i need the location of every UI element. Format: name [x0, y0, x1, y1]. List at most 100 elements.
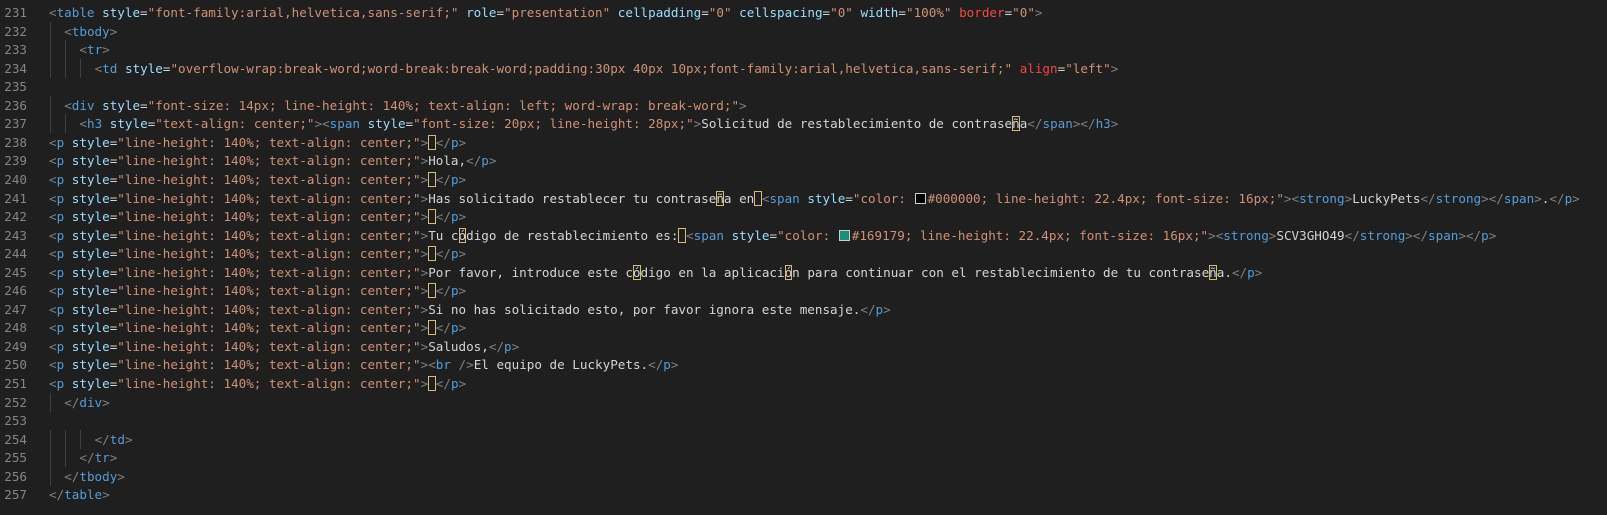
code-token: style	[71, 283, 110, 299]
code-token: <	[686, 227, 694, 243]
code-token: </	[64, 468, 80, 484]
code-token: tbody	[71, 23, 110, 39]
code-token: ></	[1481, 190, 1504, 206]
code-line[interactable]: 231 <table style="font-family:arial,helve…	[0, 3, 1607, 22]
code-token: <	[64, 23, 72, 39]
code-token: <	[49, 209, 57, 225]
code-line[interactable]: 244 <p style="line-height: 140%; text-ali…	[0, 244, 1607, 263]
indent-guide	[50, 95, 51, 115]
code-token: </	[435, 134, 451, 150]
code-line[interactable]: 255 </tr>	[0, 448, 1607, 468]
unicode-highlight: ñ	[1209, 264, 1217, 280]
code-token: width	[860, 5, 899, 20]
code-token: style	[71, 264, 110, 280]
code-token: Has solicitado restablecer tu contrase	[428, 190, 717, 206]
code-token: tr	[94, 450, 110, 466]
code-token: Por favor, introduce este c	[428, 264, 633, 280]
unicode-highlight: ó	[632, 264, 641, 280]
code-token: style	[124, 60, 163, 76]
code-line[interactable]: 242 <p style="line-height: 140%; text-ali…	[0, 207, 1607, 226]
code-editor[interactable]: 231 <table style="font-family:arial,helve…	[0, 0, 1607, 515]
code-line[interactable]: 237 <h3 style="text-align: center;"><span…	[0, 114, 1607, 134]
code-text: <tr>	[79, 40, 109, 59]
color-swatch-icon[interactable]	[838, 229, 850, 241]
code-token: <	[79, 116, 87, 132]
line-number: 255	[4, 450, 27, 466]
code-line[interactable]: 241 <p style="line-height: 140%; text-ali…	[0, 189, 1607, 208]
color-swatch-icon[interactable]	[914, 192, 926, 204]
code-line[interactable]: 232 <tbody>	[0, 21, 1607, 41]
code-token: "0"	[830, 5, 853, 20]
indent-guide	[80, 58, 82, 78]
code-line[interactable]: 233 <tr>	[0, 40, 1607, 60]
code-token: span	[1503, 190, 1535, 206]
code-token: >	[1534, 190, 1542, 206]
code-token: El equipo de LuckyPets.	[473, 357, 649, 373]
code-line[interactable]: 246 <p style="line-height: 140%; text-ali…	[0, 281, 1607, 300]
code-token: </	[94, 431, 110, 447]
code-token: >	[458, 320, 467, 336]
code-line[interactable]: 239 <p style="line-height: 140%; text-ali…	[0, 151, 1607, 170]
code-token: >	[670, 357, 679, 373]
code-line[interactable]: 252 </div>	[0, 392, 1607, 412]
code-line[interactable]: 254 </td>	[0, 429, 1607, 449]
indent-guide	[65, 40, 67, 60]
code-token: <	[49, 153, 57, 169]
code-text: <p style="line-height: 140%; text-align:…	[49, 355, 678, 374]
code-token: >	[102, 42, 110, 58]
code-token: style	[71, 190, 110, 206]
code-line[interactable]: 250 <p style="line-height: 140%; text-ali…	[0, 355, 1607, 374]
code-token: >	[739, 97, 747, 113]
code-token: =	[845, 190, 853, 206]
code-line[interactable]: 249 <p style="line-height: 140%; text-ali…	[0, 337, 1607, 356]
code-line[interactable]: 245 <p style="line-height: 140%; text-ali…	[0, 263, 1607, 282]
code-token: >	[458, 283, 467, 299]
code-token: LuckyPets	[1352, 190, 1421, 206]
code-token: div	[71, 97, 95, 113]
code-token: p	[481, 153, 489, 169]
code-line[interactable]: 235	[0, 77, 1607, 96]
code-token: "overflow-wrap:break-word;word-break:bre…	[170, 60, 1013, 76]
code-line[interactable]: 248 <p style="line-height: 140%; text-ali…	[0, 318, 1607, 337]
line-number: 236	[4, 97, 27, 113]
line-number: 231	[4, 5, 27, 20]
line-number: 249	[4, 338, 27, 354]
line-number: 232	[4, 23, 27, 39]
code-token: style	[71, 171, 110, 187]
code-token: "line-height: 140%; text-align: center;"	[117, 246, 421, 262]
line-number: 237	[4, 116, 27, 132]
code-line[interactable]: 253	[0, 411, 1607, 430]
code-line[interactable]: 240 <p style="line-height: 140%; text-ali…	[0, 170, 1607, 189]
code-token: </	[435, 283, 451, 299]
indent-guide	[80, 429, 82, 449]
code-token: </	[466, 153, 482, 169]
code-token: <	[49, 5, 57, 20]
code-line[interactable]: 251 <p style="line-height: 140%; text-ali…	[0, 374, 1607, 393]
indent-guide	[50, 448, 51, 468]
code-text: <tbody>	[64, 22, 117, 41]
line-number: 248	[4, 320, 27, 336]
code-line[interactable]: 236 <div style="font-size: 14px; line-hei…	[0, 95, 1607, 115]
code-token: =	[140, 5, 148, 20]
code-token: p	[450, 283, 459, 299]
code-token: <	[49, 227, 57, 243]
code-token: "text-align: center;"	[155, 116, 315, 132]
code-line[interactable]: 247 <p style="line-height: 140%; text-ali…	[0, 300, 1607, 319]
unicode-highlight: ñ	[1012, 116, 1020, 132]
code-line[interactable]: 238 <p style="line-height: 140%; text-ali…	[0, 133, 1607, 152]
code-line[interactable]: 256 </tbody>	[0, 466, 1607, 486]
code-token: div	[79, 394, 103, 410]
code-token: span	[329, 116, 361, 132]
code-line[interactable]: 243 <p style="line-height: 140%; text-ali…	[0, 226, 1607, 245]
code-line[interactable]: 234 <td style="overflow-wrap:break-word;w…	[0, 58, 1607, 78]
code-token: </	[488, 338, 505, 354]
line-number: 243	[4, 227, 27, 243]
line-number: 253	[4, 413, 27, 429]
code-line[interactable]: 257 </table>	[0, 485, 1607, 504]
